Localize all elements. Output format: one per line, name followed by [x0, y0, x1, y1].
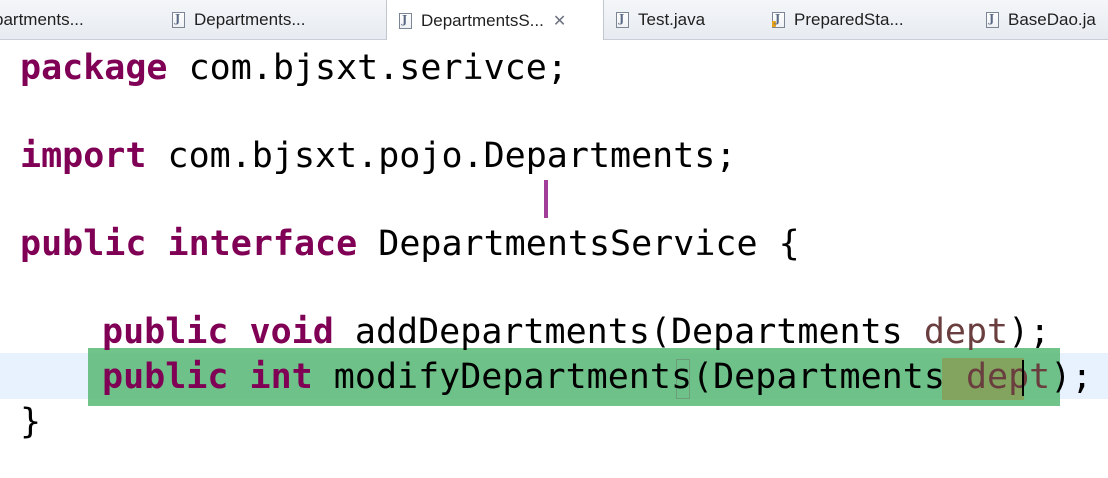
- keyword: public: [20, 224, 147, 264]
- parameter-name: dept: [923, 312, 1009, 352]
- code-editor[interactable]: package com.bjsxt.serivce; import com.bj…: [0, 40, 1108, 478]
- code-line-modify-departments[interactable]: public int modifyDepartments(Departments…: [102, 355, 1092, 399]
- keyword: int: [249, 357, 313, 397]
- editor-tab-bar: partments... Departments... DepartmentsS…: [0, 0, 1108, 41]
- insertion-marker: [544, 180, 548, 218]
- tab-label: BaseDao.ja: [1008, 10, 1096, 29]
- tab-prepared-statement[interactable]: PreparedSta...: [772, 0, 972, 40]
- tab-departments-1[interactable]: partments...: [0, 0, 154, 40]
- parameter-name: dept: [965, 357, 1051, 397]
- keyword: public: [102, 312, 229, 352]
- text-caret: [1022, 360, 1024, 396]
- code-text: );: [1050, 357, 1093, 397]
- code-line-add-departments[interactable]: public void addDepartments(Departments d…: [102, 310, 1050, 354]
- tab-test-java[interactable]: Test.java: [616, 0, 756, 40]
- code-text: }: [20, 402, 42, 442]
- keyword: public: [102, 357, 229, 397]
- code-text: );: [1008, 312, 1051, 352]
- code-line-closing-brace[interactable]: }: [20, 400, 41, 444]
- code-text: DepartmentsService {: [357, 224, 800, 264]
- code-text: com.bjsxt.pojo.Departments;: [146, 136, 737, 176]
- tab-label: DepartmentsS...: [421, 10, 544, 30]
- java-file-icon: [986, 12, 999, 28]
- java-file-icon: [172, 12, 185, 28]
- java-file-icon: [399, 12, 412, 29]
- close-icon[interactable]: ✕: [553, 11, 566, 30]
- tab-label: Test.java: [638, 10, 706, 29]
- code-line-package[interactable]: package com.bjsxt.serivce;: [20, 46, 568, 90]
- keyword: void: [249, 312, 334, 352]
- tab-label: partments...: [0, 10, 84, 29]
- tab-label: Departments...: [194, 10, 306, 29]
- tab-departments-service[interactable]: DepartmentsS... ✕: [386, 0, 604, 41]
- code-text: modifyDepartments(Departments: [312, 357, 966, 397]
- java-file-icon: [616, 12, 629, 28]
- tab-base-dao[interactable]: BaseDao.ja: [986, 0, 1108, 40]
- tab-departments-2[interactable]: Departments...: [172, 0, 372, 40]
- code-text: addDepartments(Departments: [333, 312, 924, 352]
- keyword: package: [20, 48, 168, 88]
- eclipse-editor-window: partments... Departments... DepartmentsS…: [0, 0, 1108, 478]
- keyword: interface: [167, 224, 358, 264]
- keyword: import: [20, 136, 147, 176]
- tab-label: PreparedSta...: [794, 10, 904, 29]
- locked-java-file-icon: [772, 12, 785, 28]
- code-line-interface[interactable]: public interface DepartmentsService {: [20, 222, 800, 266]
- code-line-import[interactable]: import com.bjsxt.pojo.Departments;: [20, 134, 736, 178]
- code-text: com.bjsxt.serivce;: [167, 48, 568, 88]
